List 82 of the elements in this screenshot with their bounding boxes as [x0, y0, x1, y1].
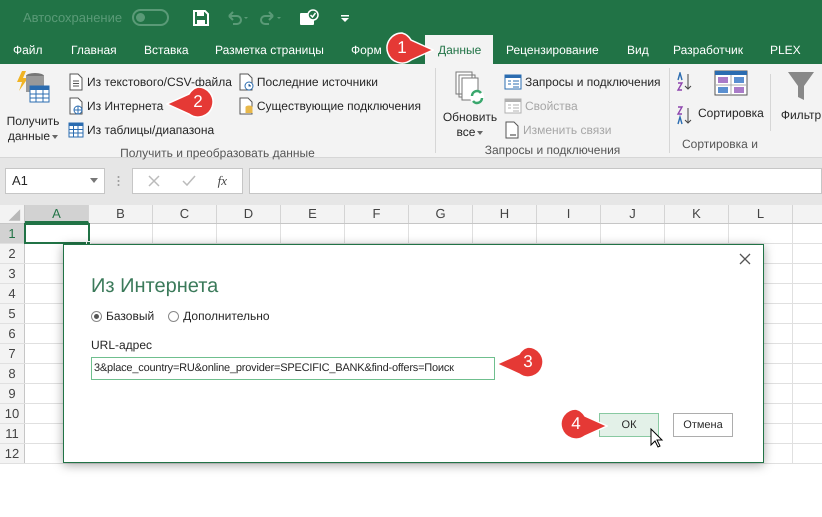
- row-header[interactable]: 7: [0, 344, 25, 363]
- autosave-label: Автосохранение: [23, 8, 122, 27]
- save-icon[interactable]: [193, 10, 210, 26]
- column-header[interactable]: A: [25, 205, 89, 223]
- ribbon-tab[interactable]: PLEX: [757, 35, 819, 64]
- caret-icon: [477, 130, 484, 134]
- refresh-documents-icon: [453, 70, 487, 106]
- touch-mode-icon[interactable]: [299, 8, 320, 26]
- filter-button[interactable]: Фильтр: [774, 70, 822, 135]
- ribbon-item[interactable]: Последние источники: [238, 71, 421, 93]
- group-label: Получить и преобразовать данные: [119, 145, 316, 162]
- group-label: Сортировка и: [681, 136, 759, 153]
- dialog-button[interactable]: Отмена: [673, 413, 733, 437]
- ribbon-tab[interactable]: Вставка: [131, 35, 202, 64]
- url-label: URL-адрес: [91, 337, 154, 354]
- dialog-button[interactable]: ОК: [599, 413, 659, 437]
- sort-descending-icon[interactable]: [676, 106, 692, 126]
- radio-option[interactable]: Дополнительно: [168, 307, 270, 325]
- ribbon-tab[interactable]: Форм: [338, 35, 383, 64]
- properties-icon: [504, 98, 522, 114]
- insert-function-button[interactable]: fx: [218, 170, 228, 190]
- close-icon[interactable]: [739, 253, 751, 265]
- ribbon-tab[interactable]: Главная: [58, 35, 131, 64]
- funnel-icon: [787, 70, 816, 102]
- database-table-icon: [16, 70, 50, 104]
- mouse-cursor-icon: [650, 428, 664, 448]
- linked-file-icon: [504, 121, 520, 139]
- get-data-button[interactable]: Получить данные: [4, 70, 62, 144]
- name-box[interactable]: A1: [5, 168, 105, 194]
- sort-ascending-icon[interactable]: [676, 72, 692, 92]
- sort-grid-icon: [714, 70, 748, 96]
- ribbon-item[interactable]: Из текстового/CSV-файла: [68, 71, 232, 93]
- row-header[interactable]: 3: [0, 264, 25, 283]
- ribbon-item[interactable]: Существующие подключения: [238, 95, 421, 117]
- ribbon-tab[interactable]: Данные: [425, 35, 493, 64]
- text-file-icon: [68, 73, 84, 91]
- column-header[interactable]: G: [409, 205, 473, 223]
- web-page-icon: [68, 97, 84, 115]
- row-header[interactable]: 12: [0, 444, 25, 463]
- database-file-icon: [238, 97, 254, 115]
- caret-icon: [52, 134, 58, 138]
- column-header[interactable]: F: [345, 205, 409, 223]
- list-window-icon: [504, 74, 522, 90]
- customize-menu-icon[interactable]: [341, 14, 350, 22]
- url-input[interactable]: 3&place_country=RU&online_provider=SPECIFIC_BANK&find-offers=Поиск: [91, 357, 495, 380]
- row-header[interactable]: 2: [0, 244, 25, 263]
- column-header[interactable]: D: [217, 205, 281, 223]
- column-header[interactable]: H: [473, 205, 537, 223]
- ribbon-item[interactable]: Запросы и подключения: [504, 71, 661, 93]
- ribbon-tab[interactable]: Разметка страницы: [202, 35, 338, 64]
- column-header[interactable]: J: [601, 205, 665, 223]
- row-header[interactable]: 6: [0, 324, 25, 343]
- row-header[interactable]: 1: [0, 224, 25, 243]
- ribbon-tab[interactable]: Файл: [0, 35, 58, 64]
- row-header[interactable]: 5: [0, 304, 25, 323]
- column-header[interactable]: E: [281, 205, 345, 223]
- formula-input[interactable]: [249, 168, 822, 194]
- row-header[interactable]: 9: [0, 384, 25, 403]
- ribbon-tab[interactable]: Рецензирование: [493, 35, 614, 64]
- recent-file-icon: [238, 73, 254, 91]
- column-header[interactable]: I: [537, 205, 601, 223]
- table-icon: [68, 122, 84, 138]
- dialog-title: Из Интернета: [91, 274, 220, 299]
- row-header[interactable]: 8: [0, 364, 25, 383]
- refresh-all-button[interactable]: Обновить все: [440, 70, 500, 141]
- row-header[interactable]: 4: [0, 284, 25, 303]
- sort-button[interactable]: Сортировка: [696, 70, 766, 135]
- ribbon-item[interactable]: Из таблицы/диапазона: [68, 119, 232, 141]
- row-header[interactable]: 10: [0, 404, 25, 423]
- ribbon-tab[interactable]: Вид: [614, 35, 660, 64]
- radio-circle[interactable]: [91, 310, 102, 322]
- ribbon-tab[interactable]: Разработчик: [660, 35, 757, 64]
- autosave-toggle[interactable]: [132, 9, 170, 26]
- row-header[interactable]: 11: [0, 424, 25, 443]
- column-header[interactable]: L: [729, 205, 793, 223]
- column-header[interactable]: B: [89, 205, 153, 223]
- column-header[interactable]: C: [153, 205, 217, 223]
- dropdown-icon: [90, 178, 98, 183]
- grip-icon: [117, 174, 120, 186]
- group-label: Запросы и подключения: [484, 142, 622, 159]
- radio-option[interactable]: Базовый: [91, 307, 154, 325]
- column-header[interactable]: K: [665, 205, 729, 223]
